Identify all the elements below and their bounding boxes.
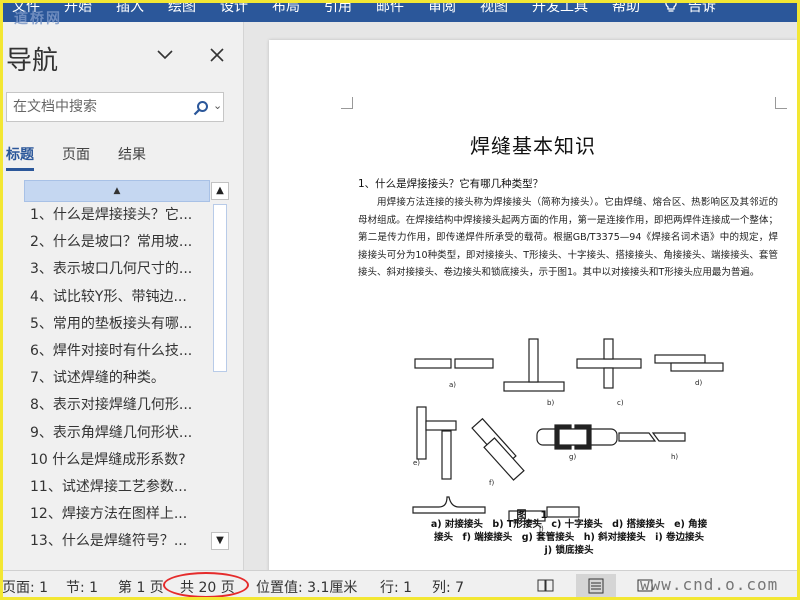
page-layout-icon	[588, 578, 604, 594]
ribbon-tab-view[interactable]: 视图	[480, 0, 508, 14]
figure-legend-line: a) 对接接头 b) T形接头 c) 十字接头 d) 搭接接头 e) 角接	[430, 519, 708, 530]
status-line[interactable]: 行: 1	[380, 577, 412, 597]
nav-pane-title: 导航	[6, 46, 59, 76]
figure-label-f: f)	[489, 479, 494, 487]
heading-item[interactable]: 10 什么是焊缝成形系数?	[24, 447, 210, 474]
scroll-up-arrow-icon[interactable]: ▲	[211, 182, 229, 200]
margin-mark-top-left	[341, 97, 353, 109]
figure-label-g: g)	[569, 453, 576, 461]
ribbon-tab-review[interactable]: 审阅	[428, 0, 456, 14]
book-icon	[537, 579, 554, 592]
heading-item[interactable]: 7、试述焊缝的种类。	[24, 365, 210, 392]
heading-item[interactable]: 5、常用的垫板接头有哪...	[24, 311, 210, 338]
heading-item[interactable]: 9、表示角焊缝几何形状...	[24, 420, 210, 447]
tell-me-search[interactable]: 告诉	[688, 0, 716, 14]
nav-tabs: 标题 页面 结果	[6, 144, 174, 171]
ribbon-tab-help[interactable]: 帮助	[612, 0, 640, 14]
read-mode-button[interactable]	[526, 574, 566, 598]
print-layout-button[interactable]	[576, 574, 616, 598]
chevron-down-icon[interactable]	[156, 46, 174, 64]
search-input[interactable]	[13, 97, 183, 117]
watermark-logo: 道桥网	[14, 11, 62, 27]
tab-results[interactable]: 结果	[118, 144, 146, 171]
ribbon-tab-references[interactable]: 引用	[324, 0, 352, 14]
margin-mark-top-right	[775, 97, 787, 109]
watermark-url: www.cnd.o.com	[640, 575, 779, 594]
close-icon[interactable]	[208, 46, 226, 64]
heading-item[interactable]: 12、焊接方法在图样上...	[24, 501, 210, 528]
status-position[interactable]: 位置值: 3.1厘米	[256, 577, 357, 597]
figure-legend-line: j) 锁底接头	[544, 545, 594, 556]
document-canvas[interactable]: 焊缝基本知识 1、什么是焊接接头？它有哪几种类型？ 用焊接方法连接的接头称为焊接…	[245, 22, 800, 570]
ribbon-tab-home[interactable]: 开始	[64, 0, 92, 14]
question-heading: 1、什么是焊接接头？它有哪几种类型？	[358, 178, 544, 190]
headings-list: ▲ 1、什么是焊接接头？它... 2、什么是坡口？常用坡... 3、表示坡口几何…	[24, 180, 210, 555]
figure-label-h: h)	[671, 453, 678, 461]
scroll-down-arrow-icon[interactable]: ▼	[211, 532, 229, 550]
heading-item[interactable]: 13、什么是焊缝符号？...	[24, 528, 210, 555]
collapse-heading-row[interactable]: ▲	[24, 180, 210, 202]
status-column[interactable]: 列: 7	[432, 577, 464, 597]
heading-item[interactable]: 8、表示对接焊缝几何形...	[24, 392, 210, 419]
figure-label-d: d)	[695, 379, 702, 387]
nav-search-box: ⌄	[6, 92, 224, 122]
scroll-thumb[interactable]	[213, 204, 227, 372]
tab-headings[interactable]: 标题	[6, 144, 34, 171]
search-icon[interactable]	[193, 100, 209, 116]
tab-pages[interactable]: 页面	[62, 144, 90, 171]
heading-item[interactable]: 11、试述焊接工艺参数...	[24, 474, 210, 501]
status-section[interactable]: 节: 1	[66, 577, 98, 597]
ribbon-tab-mailings[interactable]: 邮件	[376, 0, 404, 14]
ribbon-tab-design[interactable]: 设计	[220, 0, 248, 14]
lightbulb-icon[interactable]	[664, 0, 678, 17]
status-page[interactable]: 页面: 1	[2, 577, 48, 597]
search-options-caret-icon[interactable]: ⌄	[213, 99, 222, 112]
status-page-of[interactable]: 第 1 页	[118, 577, 164, 597]
ribbon-tab-draw[interactable]: 绘图	[168, 0, 196, 14]
navigation-pane: 导航 ⌄ 标题 页面 结果 ▲ 1、什么是焊接接头？它... 2、什么是坡口？常…	[0, 22, 244, 570]
ribbon-tab-developer[interactable]: 开发工具	[532, 0, 588, 14]
status-bar: 页面: 1 节: 1 第 1 页 共 20 页 位置值: 3.1厘米 行: 1 …	[0, 570, 800, 600]
figure-label-a: a)	[449, 381, 456, 389]
nav-scrollbar[interactable]: ▲ ▼	[210, 180, 230, 552]
highlight-circle-annotation	[163, 572, 249, 598]
heading-item[interactable]: 2、什么是坡口？常用坡...	[24, 229, 210, 256]
ribbon-tab-insert[interactable]: 插入	[116, 0, 144, 14]
figure-label-e: e)	[413, 459, 420, 467]
heading-item[interactable]: 1、什么是焊接接头？它...	[24, 202, 210, 229]
heading-item[interactable]: 3、表示坡口几何尺寸的...	[24, 256, 210, 283]
heading-item[interactable]: 6、焊件对接时有什么技...	[24, 338, 210, 365]
heading-item[interactable]: 4、试比较Y形、带钝边...	[24, 284, 210, 311]
ribbon-tab-bar: 文件 开始 插入 绘图 设计 布局 引用 邮件 审阅 视图 开发工具 帮助 告诉	[0, 0, 800, 22]
document-page[interactable]: 焊缝基本知识 1、什么是焊接接头？它有哪几种类型？ 用焊接方法连接的接头称为焊接…	[269, 40, 797, 570]
document-title: 焊缝基本知识	[470, 134, 596, 158]
figure-label-b: b)	[547, 399, 554, 407]
body-paragraph: 用焊接方法连接的接头称为焊接接头（简称为接头）。它由焊缝、熔合区、热影响区及其邻…	[358, 197, 778, 278]
figure-label-c: c)	[617, 399, 624, 407]
ribbon-tab-layout[interactable]: 布局	[272, 0, 300, 14]
figure-legend-line: 接头 f) 端接接头 g) 套管接头 h) 斜对接接头 i) 卷边接头	[433, 532, 705, 543]
collapse-triangle-icon: ▲	[113, 186, 121, 196]
figure-legend: a) 对接接头 b) T形接头 c) 十字接头 d) 搭接接头 e) 角接 接头…	[419, 518, 719, 557]
